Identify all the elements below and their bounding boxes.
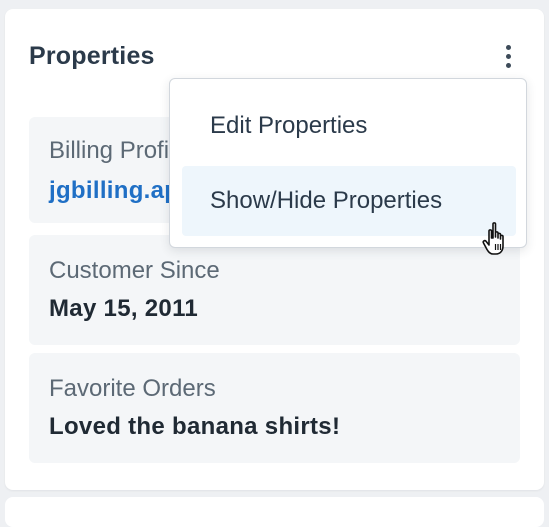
kebab-dot-icon [505,63,511,68]
next-card [5,497,544,527]
property-label: Customer Since [49,257,220,284]
property-value: Loved the banana shirts! [49,413,341,440]
property-label: Favorite Orders [49,375,216,402]
property-label: Billing Profile [49,137,188,164]
kebab-dot-icon [505,54,511,59]
property-customer-since: Customer Since May 15, 2011 [29,235,520,345]
menu-item-show-hide-properties[interactable]: Show/Hide Properties [182,166,516,236]
property-value: May 15, 2011 [49,295,199,322]
more-options-button[interactable] [498,45,518,75]
card-title: Properties [29,42,155,70]
menu-item-edit-properties[interactable]: Edit Properties [182,91,516,161]
property-favorite-orders: Favorite Orders Loved the banana shirts! [29,353,520,463]
kebab-dot-icon [505,45,511,50]
options-dropdown-menu: Edit Properties Show/Hide Properties [169,78,527,248]
pointer-hand-icon [482,222,504,255]
